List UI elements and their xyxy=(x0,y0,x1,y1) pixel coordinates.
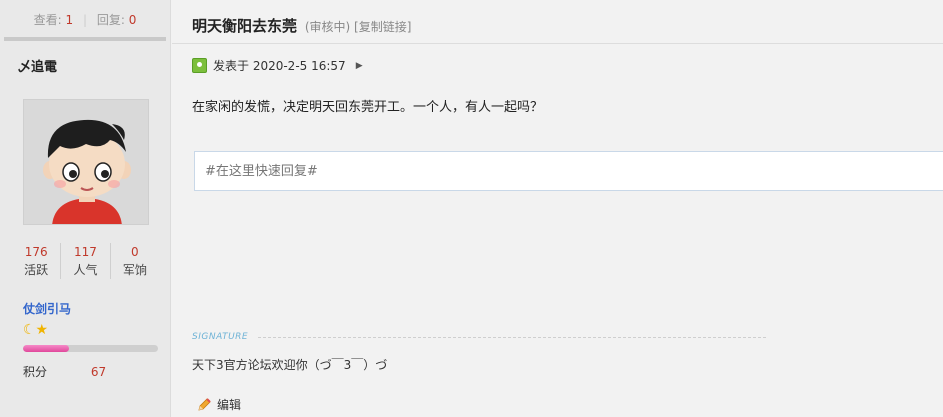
post-title-row: 明天衡阳去东莞 (审核中) [复制链接] xyxy=(192,15,411,36)
pencil-icon xyxy=(198,397,211,411)
stat-value: 117 xyxy=(74,245,97,259)
stat-value: 176 xyxy=(24,245,48,259)
avatar[interactable] xyxy=(23,99,149,225)
stat-label: 活跃 xyxy=(24,263,49,277)
stat-label: 人气 xyxy=(73,263,98,277)
signature-text: 天下3官方论坛欢迎你（づ￣3￣）づ xyxy=(192,358,388,372)
cartoon-boy-avatar-icon xyxy=(24,100,148,224)
author-stats: 176 活跃 117 人气 0 军饷 xyxy=(12,243,159,279)
moderation-status: (审核中) xyxy=(304,20,351,34)
post-panel: 明天衡阳去东莞 (审核中) [复制链接] 发表于 2020-2-5 16:57 … xyxy=(172,0,943,417)
level-progress-fill xyxy=(23,345,69,352)
replies-count: 0 xyxy=(128,13,137,27)
post-body: 在家闲的发慌，决定明天回东莞开工。一个人，有人一起吗？ xyxy=(192,100,544,115)
credit-label: 积分 xyxy=(23,365,48,379)
level-progress-bar xyxy=(23,345,158,352)
counts-separator: | xyxy=(82,13,88,27)
signature-divider xyxy=(258,337,766,338)
views-count: 1 xyxy=(65,13,74,27)
user-online-icon xyxy=(192,58,207,73)
stat-pay[interactable]: 0 军饷 xyxy=(111,243,159,279)
author-name[interactable]: 乄追電 xyxy=(18,56,57,75)
post-title: 明天衡阳去东莞 xyxy=(192,17,298,35)
stat-value: 0 xyxy=(131,245,139,259)
replies-label: 回复: xyxy=(96,13,125,27)
edit-label: 编辑 xyxy=(217,398,242,412)
caret-right-icon[interactable]: ▶ xyxy=(356,61,363,71)
stat-label: 军饷 xyxy=(122,263,147,277)
credit-row: 积分 67 xyxy=(23,363,106,380)
edit-button[interactable]: 编辑 xyxy=(196,396,241,413)
user-group[interactable]: 仗剑引马 xyxy=(23,300,71,317)
stat-activity[interactable]: 176 活跃 xyxy=(12,243,62,279)
view-reply-counts: 查看: 1 | 回复: 0 xyxy=(4,0,166,41)
copy-link-button[interactable]: [复制链接] xyxy=(354,20,411,34)
signature-label: SIGNATURE xyxy=(192,332,249,342)
title-divider xyxy=(172,43,943,44)
quick-reply-input[interactable] xyxy=(194,151,943,191)
views-label: 查看: xyxy=(33,13,62,27)
credit-value: 67 xyxy=(90,365,107,379)
post-date: 发表于 2020-2-5 16:57 xyxy=(213,59,346,73)
stat-popularity[interactable]: 117 人气 xyxy=(61,243,111,279)
post-meta: 发表于 2020-2-5 16:57 ▶ xyxy=(192,57,363,74)
author-panel: 查看: 1 | 回复: 0 乄追電 176 活跃 117 人气 0 军饷 仗剑引… xyxy=(0,0,171,417)
rank-icons: ☾★ xyxy=(23,322,49,338)
